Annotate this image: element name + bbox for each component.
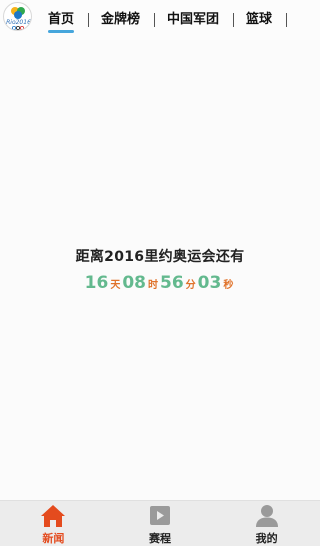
tab-home[interactable]: 首页 — [36, 0, 88, 40]
tab-home-label: 首页 — [48, 12, 75, 27]
countdown-hours-unit: 时 — [148, 280, 158, 291]
nav-news[interactable]: 新闻 — [0, 501, 107, 546]
nav-me[interactable]: 我的 — [213, 501, 320, 546]
tab-basketball[interactable]: 篮球 — [234, 0, 286, 40]
countdown-minutes-unit: 分 — [185, 280, 196, 291]
countdown-title: 距离2016里约奥运会还有 — [75, 249, 245, 265]
nav-schedule[interactable]: 赛程 — [107, 501, 214, 546]
countdown-days: 16 — [84, 273, 109, 293]
nav-schedule-label: 赛程 — [149, 532, 171, 545]
home-icon — [41, 505, 66, 527]
tab-divider — [286, 13, 288, 27]
olympics-countdown: 距离2016里约奥运会还有 16 天 08 时 56 分 03 秒 — [0, 246, 320, 293]
countdown-minutes: 56 — [160, 273, 184, 293]
top-bar: Rio2016 首页 金牌榜 中国军团 篮球 — [0, 0, 320, 40]
tab-medal-table-label: 金牌榜 — [101, 12, 141, 27]
nav-news-label: 新闻 — [42, 532, 65, 545]
countdown-hours: 08 — [122, 273, 146, 293]
countdown-seconds-unit: 秒 — [223, 280, 234, 291]
tab-medal-table[interactable]: 金牌榜 — [89, 0, 154, 40]
tab-basketball-label: 篮球 — [246, 12, 273, 27]
play-icon — [150, 506, 170, 525]
rio-2016-logo[interactable]: Rio2016 — [3, 2, 32, 31]
tab-team-china[interactable]: 中国军团 — [155, 0, 233, 40]
category-tabs: 首页 金牌榜 中国军团 篮球 — [36, 0, 320, 40]
svg-text:Rio2016: Rio2016 — [6, 19, 31, 26]
rio-logo-icon: Rio2016 — [6, 7, 31, 30]
countdown-timer: 16 天 08 时 56 分 03 秒 — [0, 273, 320, 293]
bottom-navigation: 新闻 赛程 我的 — [0, 500, 320, 546]
user-icon — [255, 505, 278, 527]
countdown-days-unit: 天 — [110, 280, 121, 291]
countdown-seconds: 03 — [197, 273, 222, 293]
active-tab-indicator — [48, 30, 75, 33]
tab-team-china-label: 中国军团 — [167, 12, 220, 27]
nav-me-label: 我的 — [255, 532, 278, 545]
